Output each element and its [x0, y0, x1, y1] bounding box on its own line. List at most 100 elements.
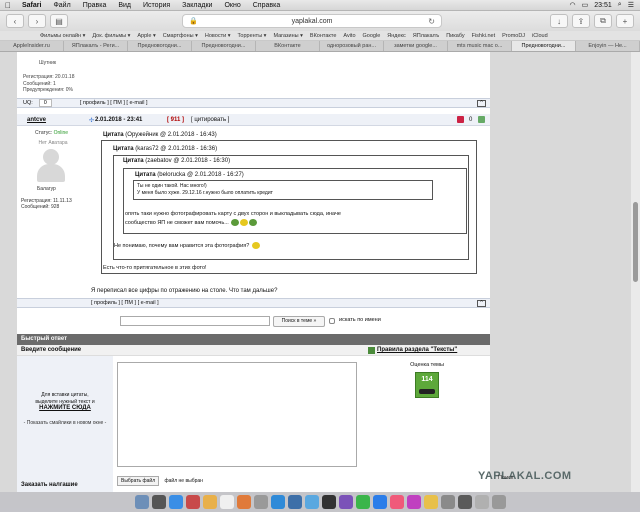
menu-file[interactable]: Файл — [47, 2, 76, 9]
file-upload: Выбрать файл файл не выбран — [117, 476, 203, 486]
menu-edit[interactable]: Правка — [77, 2, 113, 9]
bookmark-item[interactable]: Новости ▾ — [205, 33, 231, 39]
viber-icon[interactable] — [338, 495, 353, 509]
rating-vote-icon[interactable] — [419, 389, 435, 394]
launchpad-icon[interactable] — [151, 495, 166, 509]
bookmark-item[interactable]: ЯПлакалъ — [413, 33, 439, 39]
browser-tab[interactable]: ЯПлакалъ - Реги... — [64, 41, 128, 51]
menu-list-icon[interactable]: ☰ — [628, 1, 634, 9]
menu-history[interactable]: История — [137, 2, 176, 9]
trash-icon[interactable] — [491, 495, 506, 509]
preferences-icon[interactable] — [440, 495, 455, 509]
clock[interactable]: 23:51 — [594, 2, 612, 9]
browser-tab[interactable]: заметки google... — [384, 41, 448, 51]
itunes-icon[interactable] — [406, 495, 421, 509]
browser-tab[interactable]: mts music mac o... — [448, 41, 512, 51]
search-by-name-checkbox[interactable] — [329, 318, 335, 324]
sidebar-icon[interactable]: ▤ — [50, 14, 68, 28]
enter-message-label: Введите сообщение — [21, 347, 82, 353]
rules-link[interactable]: Правила раздела "Тексты" — [377, 347, 457, 353]
browser-tab[interactable]: Предновогодни... — [192, 41, 256, 51]
books-icon[interactable] — [423, 495, 438, 509]
bookmark-item[interactable]: Смартфоны ▾ — [163, 33, 198, 39]
scrollbar[interactable] — [631, 52, 640, 492]
vk-icon[interactable] — [287, 495, 302, 509]
menubar:  Safari Файл Правка Вид История Закладк… — [0, 0, 640, 11]
menu-window[interactable]: Окно — [218, 2, 246, 9]
bookmark-item[interactable]: Яндекс — [387, 33, 406, 39]
tabs-overview-button[interactable]: ⧉ — [594, 14, 612, 28]
whatsapp-icon[interactable] — [355, 495, 370, 509]
wifi-icon[interactable]: ◠ — [570, 1, 576, 9]
bookmark-item[interactable]: Док. фильмы ▾ — [92, 33, 130, 39]
plus-icon[interactable] — [478, 116, 485, 123]
safari-icon[interactable] — [168, 495, 183, 509]
bookmark-item[interactable]: Avito — [343, 33, 355, 39]
notes-icon[interactable] — [202, 495, 217, 509]
menu-safari[interactable]: Safari — [16, 2, 47, 9]
bookmark-item[interactable]: Fishki.net — [472, 33, 496, 39]
download-button[interactable]: ↓ — [550, 14, 568, 28]
rating-badge[interactable]: 114 — [415, 372, 439, 398]
post-links[interactable]: [ профиль ] [ ПМ ] [ e-mail ] — [91, 300, 159, 306]
address-bar[interactable]: 🔒 yaplakal.com ↻ — [182, 14, 442, 28]
browser-tab[interactable]: ВКонтакте — [256, 41, 320, 51]
browser-tab[interactable]: однорозовый ран... — [320, 41, 384, 51]
apple-icon[interactable]:  — [0, 1, 16, 10]
browser-tab[interactable]: Предновогодни... — [128, 41, 192, 51]
message-textarea[interactable] — [117, 362, 357, 467]
menu-help[interactable]: Справка — [247, 2, 286, 9]
photos-icon[interactable] — [253, 495, 268, 509]
music-icon[interactable] — [389, 495, 404, 509]
bookmark-item[interactable]: Фильмы онлайн ▾ — [40, 33, 85, 39]
show-smilies-link[interactable]: - Показать смайлики в новом окне - — [17, 420, 113, 427]
bookmark-item[interactable]: Пикабу — [446, 33, 464, 39]
bookmark-item[interactable]: ВКонтакте — [310, 33, 336, 39]
uq-value[interactable]: 0 — [38, 99, 52, 107]
finder-icon[interactable] — [134, 495, 149, 509]
quote4-line: У меня было хуже. 29.12.16 г.нужно было … — [137, 189, 273, 196]
post-link-icon[interactable]: ✣ — [89, 117, 94, 124]
forward-button[interactable]: › — [28, 14, 46, 28]
bookmark-item[interactable]: iCloud — [532, 33, 548, 39]
browser-tab[interactable]: AppleInsider.ru — [0, 41, 64, 51]
insert-quote-link[interactable]: НАЖМИТЕ СЮДА — [17, 405, 113, 412]
browser-tab-active[interactable]: Предновогодни... — [512, 41, 576, 51]
scrollbar-thumb[interactable] — [633, 202, 638, 282]
telegram-icon[interactable] — [304, 495, 319, 509]
bookmark-item[interactable]: Торренты ▾ — [237, 33, 266, 39]
app-store-icon[interactable] — [270, 495, 285, 509]
browser-tab[interactable]: Enjoyin — Не... — [576, 41, 640, 51]
topic-search-input[interactable] — [120, 316, 270, 326]
battery-icon[interactable]: ▭ — [582, 1, 589, 9]
scroll-top-button[interactable]: ^ — [477, 100, 486, 107]
bookmark-item[interactable]: PromoDJ — [502, 33, 525, 39]
downloads-icon[interactable] — [474, 495, 489, 509]
menu-bookmarks[interactable]: Закладки — [176, 2, 218, 9]
pages-icon[interactable] — [236, 495, 251, 509]
scroll-top-button[interactable]: ^ — [477, 300, 486, 307]
terminal-icon[interactable] — [321, 495, 336, 509]
choose-file-button[interactable]: Выбрать файл — [117, 476, 160, 486]
back-button[interactable]: ‹ — [6, 14, 24, 28]
quote3-title: Цитата (zaebatov @ 2.01.2018 - 16:30) — [123, 158, 231, 164]
menu-view[interactable]: Вид — [112, 2, 137, 9]
cite-link[interactable]: [ цитировать ] — [191, 117, 229, 123]
dock — [0, 492, 640, 512]
share-button[interactable]: ⇪ — [572, 14, 590, 28]
photo-booth-icon[interactable] — [457, 495, 472, 509]
calendar-icon[interactable] — [219, 495, 234, 509]
skype-icon[interactable] — [372, 495, 387, 509]
bookmark-item[interactable]: Google — [363, 33, 381, 39]
topic-search-button[interactable]: Поиск в теме » — [273, 316, 325, 327]
search-icon[interactable]: ⌕ — [618, 1, 622, 9]
new-tab-button[interactable]: + — [616, 14, 634, 28]
bookmark-item[interactable]: Apple ▾ — [137, 33, 155, 39]
post-author[interactable]: antcve — [27, 117, 46, 123]
reload-icon[interactable]: ↻ — [428, 17, 435, 26]
report-icon[interactable] — [457, 116, 464, 123]
prev-post-links[interactable]: [ профиль ] [ ПМ ] [ e-mail ] — [80, 100, 148, 106]
bookmark-item[interactable]: Магазины ▾ — [273, 33, 302, 39]
post-rating[interactable]: [ 911 ] — [167, 117, 184, 123]
photo-app-icon[interactable] — [185, 495, 200, 509]
